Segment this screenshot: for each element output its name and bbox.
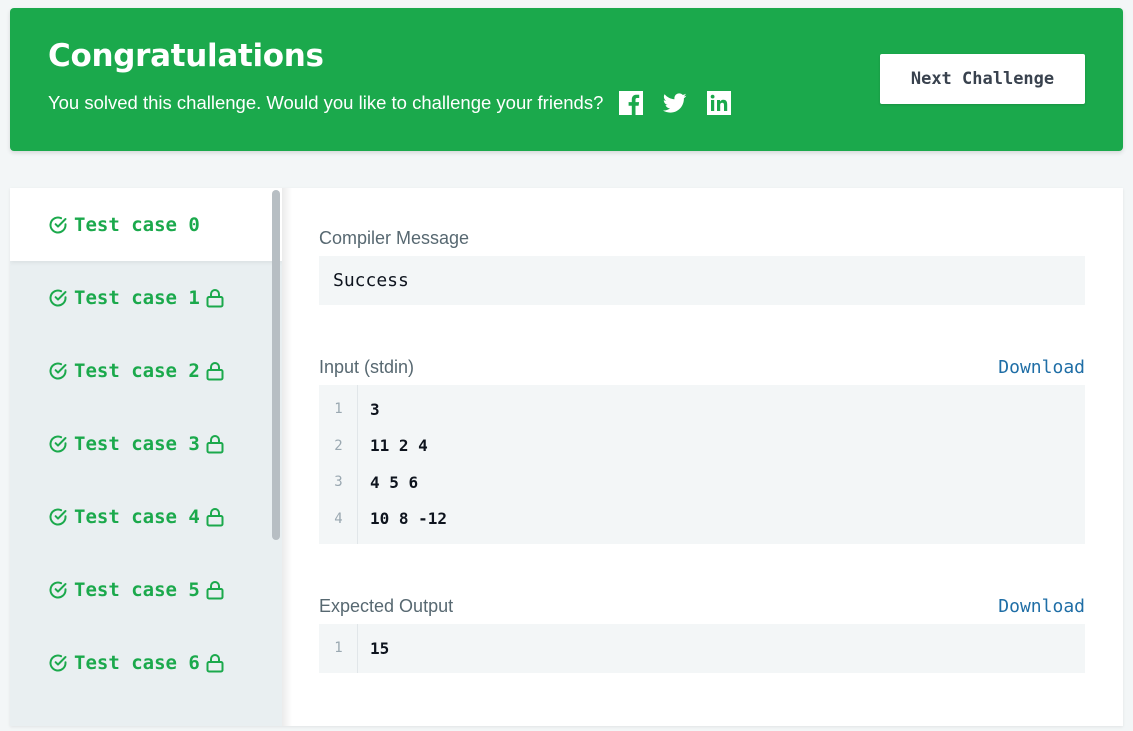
tab-label: Test case 3 (74, 432, 200, 455)
check-circle-icon (49, 216, 67, 234)
banner-subtitle-row: You solved this challenge. Would you lik… (48, 91, 751, 115)
line-number: 3 (334, 474, 343, 490)
output-line: 1 15 (319, 630, 1085, 666)
banner-subtitle: You solved this challenge. Would you lik… (48, 92, 604, 113)
tab-test-case-2[interactable]: Test case 2 (10, 334, 282, 407)
input-download-link[interactable]: Download (998, 357, 1085, 378)
test-case-tabs: Test case 0 Test case 1 Test case 2 Test ca… (10, 188, 282, 726)
output-code-box: 1 15 (319, 624, 1085, 673)
check-circle-icon (49, 289, 67, 307)
lock-icon (206, 653, 224, 672)
lock-icon (206, 361, 224, 380)
line-content: 11 2 4 (370, 436, 428, 455)
input-line: 3 4 5 6 (319, 464, 1085, 500)
line-number: 1 (334, 401, 343, 417)
line-content: 10 8 -12 (370, 509, 448, 528)
line-content: 15 (370, 638, 390, 658)
next-challenge-button[interactable]: Next Challenge (880, 54, 1085, 104)
banner-title: Congratulations (48, 38, 324, 74)
tab-label: Test case 2 (74, 359, 200, 382)
social-share-links (619, 91, 751, 115)
tab-label: Test case 1 (74, 286, 200, 309)
tab-test-case-3[interactable]: Test case 3 (10, 407, 282, 480)
success-banner: Congratulations You solved this challeng… (10, 8, 1123, 151)
tab-label: Test case 6 (74, 651, 200, 674)
compiler-message-box: Success (319, 256, 1085, 305)
line-content: 4 5 6 (370, 472, 419, 492)
line-content: 3 (370, 399, 380, 419)
check-circle-icon (49, 435, 67, 453)
input-code-box: 1 3 2 11 2 434 5 6 4 10 8 -12 (319, 385, 1085, 544)
check-circle-icon (49, 508, 67, 526)
tab-test-case-4[interactable]: Test case 4 (10, 480, 282, 553)
line-number: 4 (334, 510, 343, 527)
test-results-panel: Test case 0 Test case 1 Test case 2 Test ca… (10, 188, 1123, 726)
line-number: 2 (334, 437, 343, 454)
line-number: 1 (334, 640, 343, 656)
expected-output-label: Expected Output (319, 596, 454, 616)
linkedin-icon[interactable] (707, 91, 732, 115)
check-circle-icon (49, 362, 67, 380)
tabs-divider (282, 188, 292, 726)
input-label: Input (stdin) (319, 357, 415, 377)
test-case-details: Compiler Message Success Input (stdin) D… (319, 188, 1085, 726)
tab-test-case-1[interactable]: Test case 1 (10, 261, 282, 334)
facebook-icon[interactable] (619, 91, 644, 115)
twitter-icon[interactable] (663, 91, 687, 115)
input-line: 2 11 2 4 (319, 428, 1085, 464)
check-circle-icon (49, 654, 67, 672)
output-download-link[interactable]: Download (998, 596, 1085, 617)
tab-test-case-6[interactable]: Test case 6 (10, 626, 282, 699)
tab-test-case-0[interactable]: Test case 0 (10, 188, 282, 261)
input-line: 13 (319, 391, 1085, 427)
lock-icon (206, 580, 224, 599)
tab-label: Test case 5 (74, 578, 200, 601)
tabs-scrollbar-thumb[interactable] (272, 190, 280, 540)
tab-test-case-5[interactable]: Test case 5 (10, 553, 282, 626)
tab-label: Test case 0 (74, 213, 200, 236)
lock-icon (206, 288, 224, 307)
lock-icon (206, 434, 224, 453)
tab-label: Test case 4 (74, 505, 200, 528)
check-circle-icon (49, 581, 67, 599)
compiler-message-label: Compiler Message (319, 228, 470, 248)
lock-icon (206, 507, 224, 526)
input-line: 4 10 8 -12 (319, 501, 1085, 537)
